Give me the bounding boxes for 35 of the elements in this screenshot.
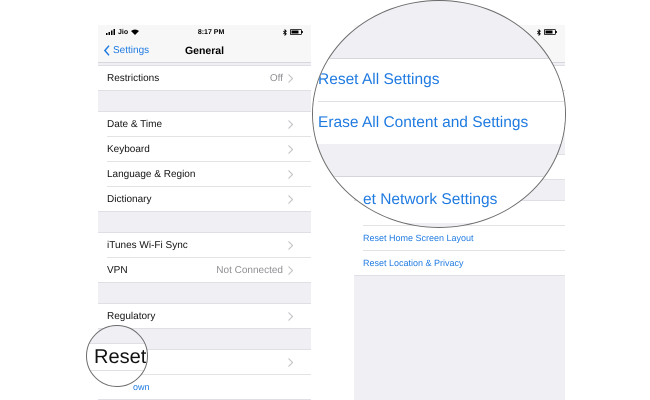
row-label[interactable]: Regulatory: [107, 310, 156, 322]
row-label[interactable]: VPN: [107, 264, 128, 276]
bluetooth-icon: [283, 28, 287, 36]
reset-label[interactable]: Reset: [94, 346, 146, 368]
chevron-icon: [288, 312, 293, 320]
back-chevron-icon: [104, 45, 110, 56]
row-value: Not Connected: [216, 264, 283, 276]
row-label[interactable]: iTunes Wi-Fi Sync: [107, 240, 188, 250]
row-label[interactable]: Dictionary: [107, 194, 152, 204]
reset-option[interactable]: Erase All Content and Settings: [318, 114, 528, 132]
reset-option[interactable]: Reset All Settings: [318, 71, 440, 89]
shut-down-link[interactable]: own: [133, 382, 150, 392]
screen-title: General: [184, 44, 224, 56]
row-label[interactable]: Restrictions: [107, 72, 160, 84]
reset-option[interactable]: Reset Home Screen Layout: [363, 233, 474, 243]
back-button[interactable]: Settings: [98, 45, 150, 56]
reset-option[interactable]: et Network Settings: [363, 191, 498, 209]
signal-icon: [106, 29, 115, 35]
battery-icon: [290, 29, 303, 35]
chevron-icon: [288, 266, 293, 274]
wifi-icon: [131, 29, 140, 35]
chevron-icon: [288, 194, 293, 204]
chevron-icon: [288, 170, 293, 178]
chevron-icon: [288, 120, 293, 128]
reset-option[interactable]: Reset Location & Privacy: [363, 258, 464, 268]
row-label[interactable]: Keyboard: [107, 144, 150, 154]
row-value: Off: [270, 72, 283, 84]
chevron-icon: [288, 144, 293, 154]
battery-icon: [544, 29, 557, 35]
chevron-icon: [288, 74, 293, 82]
row-label[interactable]: Date & Time: [107, 118, 162, 130]
bluetooth-icon: [537, 28, 541, 36]
chevron-icon: [288, 358, 293, 366]
chevron-icon: [288, 240, 293, 250]
row-label[interactable]: Language & Region: [107, 168, 196, 180]
